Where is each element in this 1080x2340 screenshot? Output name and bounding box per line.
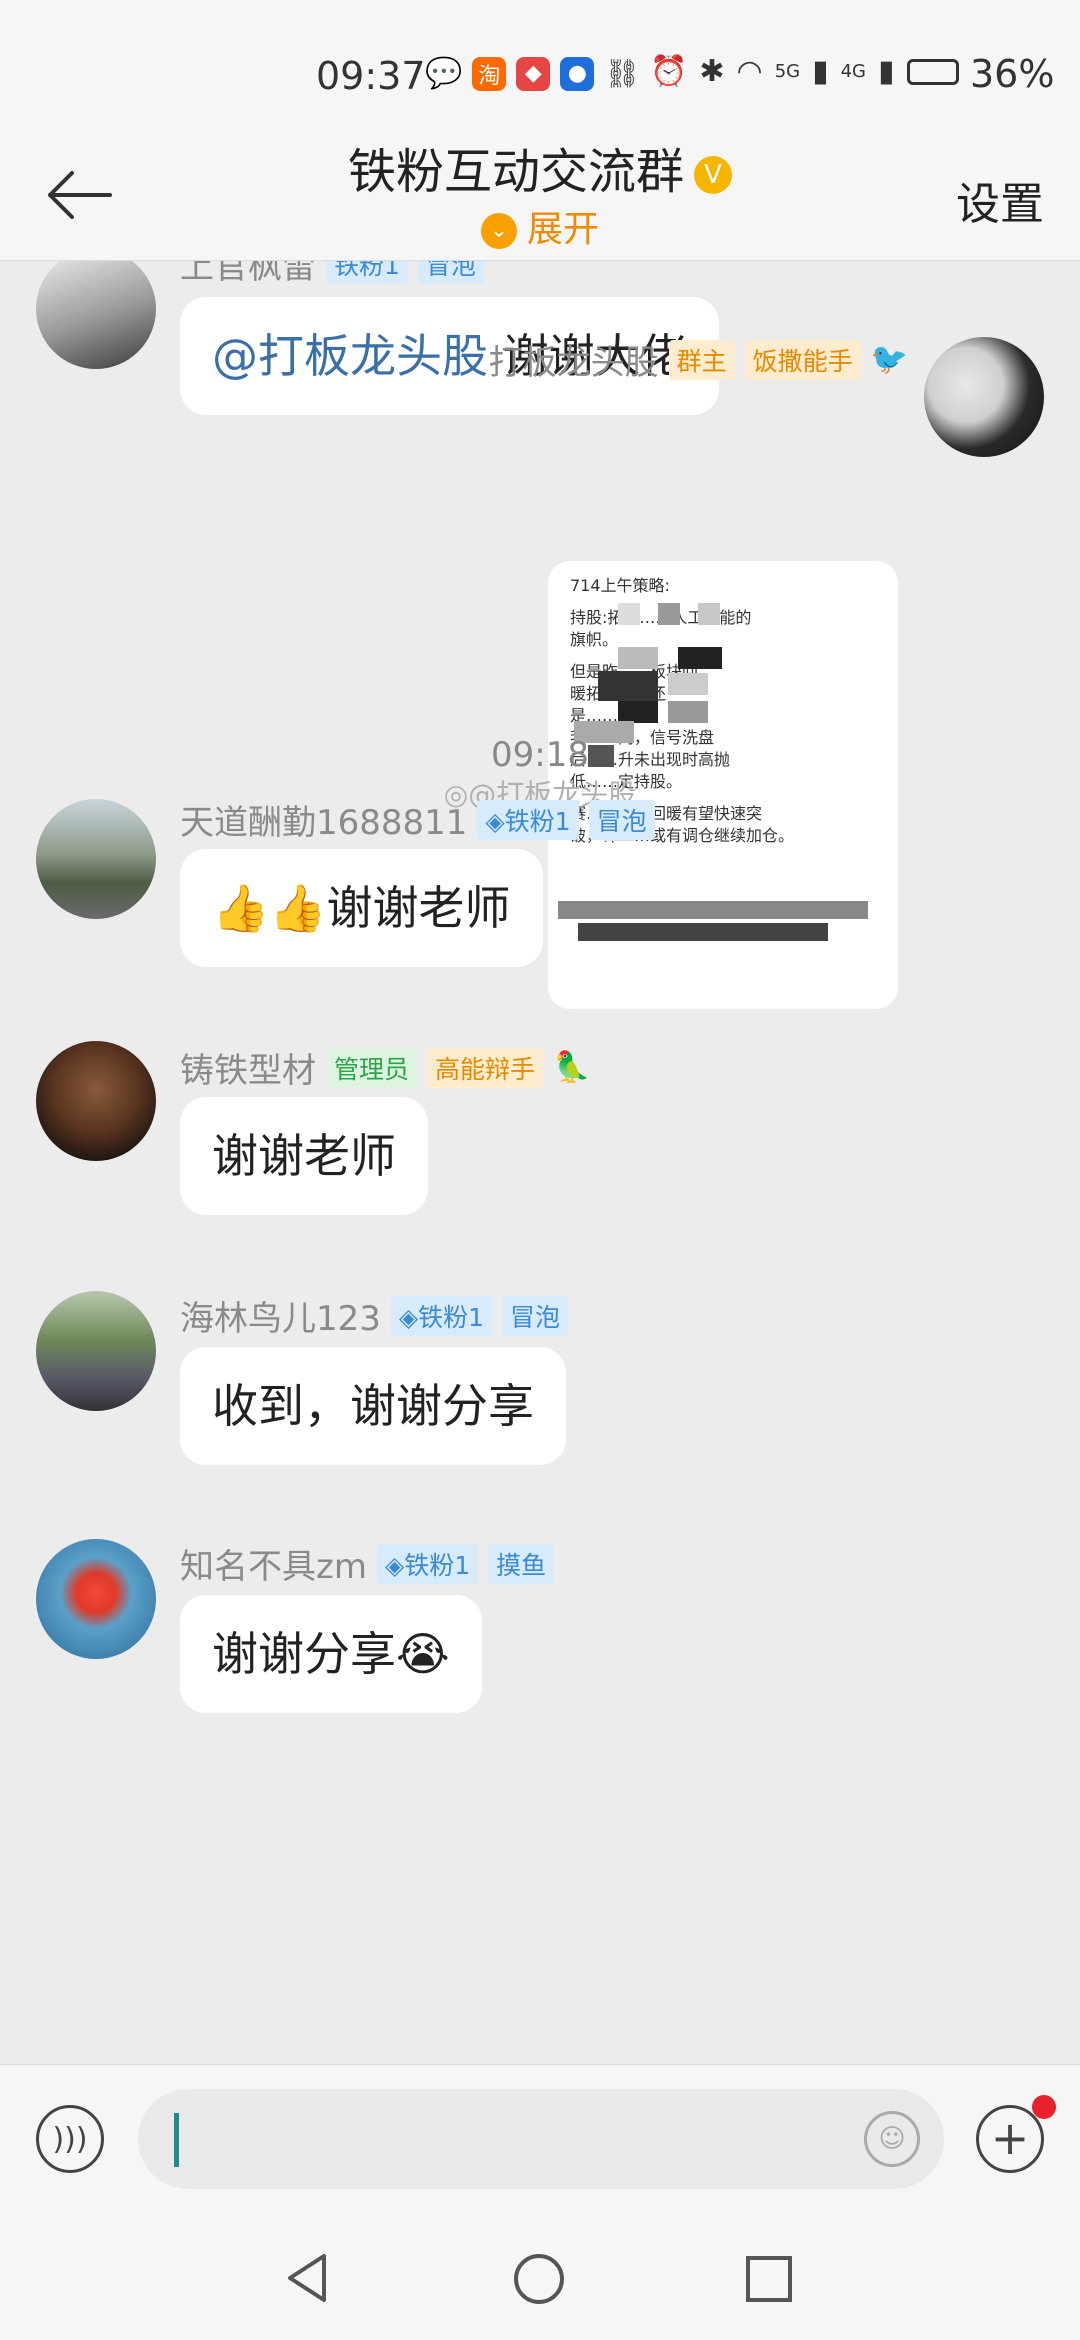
message-bubble[interactable]: 👍👍谢谢老师: [180, 849, 543, 967]
wifi-icon: ◠: [736, 54, 763, 89]
group-title: 铁粉互动交流群 V: [0, 132, 1080, 202]
link-icon: ⛓: [604, 57, 640, 90]
settings-button[interactable]: 设置: [956, 168, 1044, 232]
bird-icon: 🐦: [870, 342, 908, 377]
verified-badge-icon: V: [694, 156, 732, 194]
fan-level-badge: 铁粉1: [326, 261, 408, 284]
bulb-app-icon: ●: [560, 56, 595, 91]
mosaic-block: [678, 647, 722, 669]
message-bubble[interactable]: 收到，谢谢分享: [180, 1347, 566, 1465]
sender-name: 天道酬勤1688811 ◈铁粉1 冒泡: [180, 795, 655, 844]
owner-badge: 群主: [668, 339, 735, 380]
signal-icon: ▮: [878, 54, 895, 89]
fan-level-badge: ◈铁粉1: [376, 1543, 479, 1584]
chat-bubble-icon: 💬: [425, 56, 463, 91]
avatar[interactable]: [924, 337, 1044, 457]
network-5g-label: 5G: [774, 61, 801, 82]
message-input-bar: ))) ☺ +: [0, 2064, 1080, 2215]
status-right-icons: ⏰ ✱ ◠ 5G ▮ 4G ▮: [650, 54, 959, 89]
battery-icon: [906, 58, 959, 85]
fan-level-badge: ◈铁粉1: [477, 799, 579, 840]
sender-name: 知名不具zm ◈铁粉1 摸鱼: [180, 1539, 555, 1588]
signal-icon: ▮: [812, 54, 829, 89]
status-bar: 09:37 💬 淘 ◆ ● ⛓ ⏰ ✱ ◠ 5G ▮ 4G ▮ 36%: [0, 0, 1080, 130]
activity-badge: 冒泡: [417, 261, 484, 284]
chevron-down-icon: ⌄: [480, 213, 517, 249]
activity-badge: 冒泡: [588, 799, 655, 840]
message-timestamp: 09:18: [491, 735, 589, 775]
mosaic-block: [668, 701, 708, 723]
activity-badge: 摸鱼: [488, 1543, 555, 1584]
activity-badge: 冒泡: [502, 1295, 569, 1336]
image-text-line: 714上午策略:: [570, 576, 670, 595]
diamond-icon: ◈: [485, 806, 505, 836]
mosaic-block: [618, 647, 658, 669]
title-badge: 高能辩手: [427, 1047, 544, 1088]
mention-link[interactable]: @打板龙头股: [212, 329, 488, 383]
plus-icon[interactable]: +: [976, 2105, 1044, 2173]
image-text-line: 持股:拓维……人工智能的: [548, 607, 898, 629]
mosaic-block: [598, 671, 658, 701]
status-time: 09:37: [316, 54, 426, 98]
network-4g-label: 4G: [840, 61, 867, 82]
chat-messages[interactable]: 上官枫雷 铁粉1 冒泡 @打板龙头股 谢谢大佬 打板龙头股 群主 饭撒能手 🐦 …: [0, 261, 1080, 2064]
message-bubble[interactable]: 谢谢分享😭: [180, 1595, 482, 1713]
avatar[interactable]: [36, 261, 156, 369]
admin-badge: 管理员: [326, 1047, 418, 1088]
mosaic-block: [558, 901, 868, 919]
text-caret: [174, 2113, 179, 2167]
nav-back-icon[interactable]: [284, 2252, 332, 2304]
message-input[interactable]: ☺: [138, 2089, 944, 2189]
sender-name: 打板龙头股 群主 饭撒能手 🐦: [489, 335, 908, 384]
mosaic-block: [658, 603, 680, 625]
sender-name: 上官枫雷 铁粉1 冒泡: [180, 261, 484, 288]
avatar[interactable]: [36, 799, 156, 919]
system-nav-bar: [0, 2214, 1080, 2340]
status-notification-icons: 💬 淘 ◆ ● ⛓: [425, 56, 640, 91]
taobao-app-icon: 淘: [472, 56, 507, 91]
sender-name: 海林鸟儿123 ◈铁粉1 冒泡: [180, 1291, 569, 1340]
chat-header: 铁粉互动交流群 V ⌄ 展开 设置: [0, 130, 1080, 261]
diamond-icon: ◈: [398, 1302, 419, 1332]
diamond-icon: ◈: [384, 1550, 405, 1580]
image-text-line: 旗帜。: [570, 630, 619, 649]
notification-dot: [1032, 2095, 1056, 2119]
sender-name: 铸铁型材 管理员 高能辩手 🦜: [180, 1043, 590, 1092]
battery-level: 36%: [970, 52, 1055, 96]
expand-label: 展开: [526, 209, 599, 250]
alarm-icon: ⏰: [650, 54, 688, 89]
nav-home-icon[interactable]: [512, 2252, 566, 2306]
mosaic-block: [668, 673, 708, 695]
avatar[interactable]: [36, 1539, 156, 1659]
mosaic-block: [698, 603, 720, 625]
nav-recent-icon[interactable]: [744, 2254, 794, 2304]
bluetooth-icon: ✱: [699, 54, 725, 89]
fan-level-badge: ◈铁粉1: [390, 1295, 493, 1336]
expand-button[interactable]: ⌄ 展开: [0, 200, 1080, 252]
parrot-icon: 🦜: [553, 1050, 591, 1085]
avatar[interactable]: [36, 1041, 156, 1161]
voice-icon[interactable]: ))): [36, 2105, 104, 2173]
group-title-text: 铁粉互动交流群: [347, 144, 684, 200]
message-bubble[interactable]: 谢谢老师: [180, 1097, 428, 1215]
title-badge: 饭撒能手: [744, 339, 861, 380]
avatar[interactable]: [36, 1291, 156, 1411]
mosaic-block: [618, 701, 658, 723]
mosaic-block: [578, 923, 828, 941]
shopping-app-icon: ◆: [516, 56, 551, 91]
emoji-icon[interactable]: ☺: [864, 2111, 920, 2167]
mosaic-block: [618, 603, 640, 625]
